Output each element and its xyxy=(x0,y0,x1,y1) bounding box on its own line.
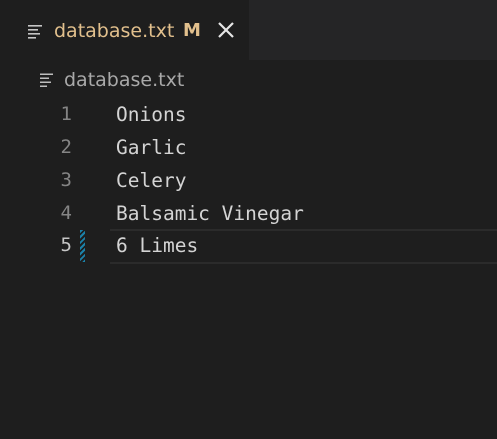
line-number: 3 xyxy=(60,169,72,191)
editor-line[interactable]: 1 Onions xyxy=(0,98,497,131)
line-number: 4 xyxy=(60,202,72,224)
editor-line[interactable]: 4 Balsamic Vinegar xyxy=(0,197,497,230)
editor-line[interactable]: 2 Garlic xyxy=(0,131,497,164)
editor[interactable]: 1 Onions 2 Garlic 3 Celery 4 Balsamic Vi… xyxy=(0,98,497,439)
gutter-modified-indicator[interactable] xyxy=(80,230,85,262)
tab-database-txt[interactable]: database.txt M xyxy=(0,0,249,60)
close-icon[interactable] xyxy=(215,19,237,41)
line-text[interactable]: Balsamic Vinegar xyxy=(116,197,304,230)
tab-title: database.txt xyxy=(54,20,175,42)
modified-badge: M xyxy=(183,20,201,41)
line-text[interactable]: Garlic xyxy=(116,131,186,164)
text-file-icon xyxy=(40,73,53,87)
line-text[interactable]: Celery xyxy=(116,164,186,197)
line-text[interactable]: 6 Limes xyxy=(116,229,198,262)
line-number: 5 xyxy=(60,234,72,256)
editor-line[interactable]: 3 Celery xyxy=(0,164,497,197)
line-number: 2 xyxy=(60,136,72,158)
text-file-icon xyxy=(28,25,42,39)
line-text[interactable]: Onions xyxy=(116,98,186,131)
breadcrumb: database.txt xyxy=(0,62,497,96)
editor-line-current[interactable]: 5 6 Limes xyxy=(0,229,497,264)
tab-bar: database.txt M xyxy=(0,0,497,60)
breadcrumb-item-file[interactable]: database.txt xyxy=(64,67,184,93)
line-number: 1 xyxy=(60,103,72,125)
